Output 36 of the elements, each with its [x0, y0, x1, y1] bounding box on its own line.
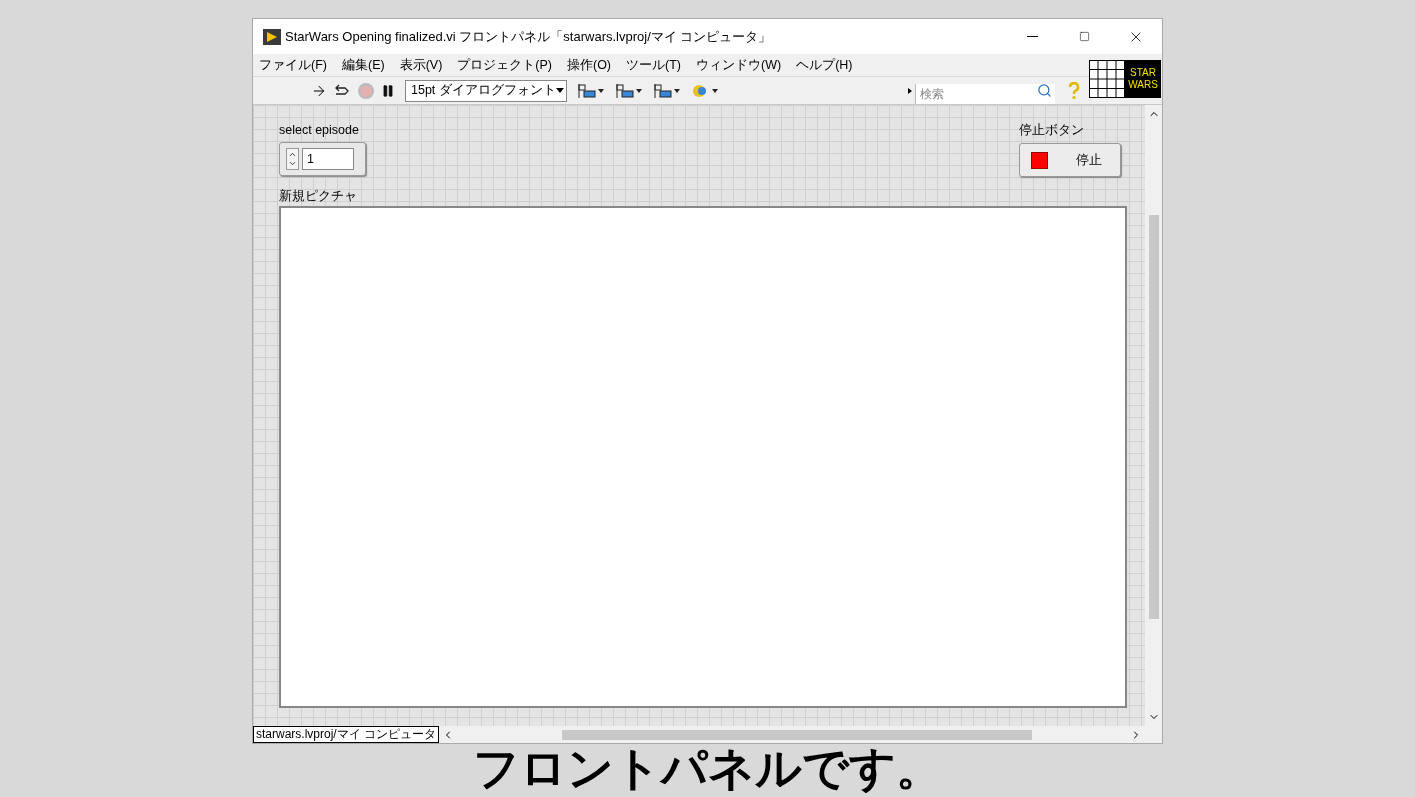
- minimize-icon: [1026, 36, 1038, 37]
- numeric-value-field[interactable]: 1: [302, 148, 354, 170]
- context-label: starwars.lvproj/マイ コンピュータ: [253, 726, 440, 743]
- control-label: select episode: [279, 122, 360, 138]
- font-dropdown[interactable]: 15pt ダイアログフォント: [405, 79, 567, 102]
- search-field[interactable]: 検索: [915, 83, 1055, 104]
- menu-item[interactable]: 表示(V): [399, 55, 443, 75]
- increment-decrement-control[interactable]: [286, 148, 299, 170]
- decrement-icon[interactable]: [288, 159, 297, 168]
- menu-item[interactable]: 編集(E): [341, 55, 385, 75]
- control-label: 新規ピクチャ: [279, 188, 358, 204]
- align-objects-icon[interactable]: [577, 82, 605, 99]
- menu-item[interactable]: ツール(T): [626, 55, 681, 75]
- control-label: 停止ボタン: [1019, 122, 1085, 138]
- resize-objects-icon[interactable]: [653, 82, 681, 99]
- increment-icon[interactable]: [288, 150, 297, 159]
- app-logo-icon: [263, 28, 281, 45]
- distribute-objects-icon[interactable]: [615, 82, 643, 99]
- numeric-control[interactable]: 1: [279, 142, 366, 176]
- menu-item[interactable]: ファイル(F): [259, 55, 327, 75]
- connector-pane-icon: [1089, 60, 1125, 98]
- stop-button[interactable]: 停止: [1019, 143, 1121, 177]
- vi-icon: STAR WARS: [1125, 60, 1161, 98]
- menu-item[interactable]: ヘルプ(H): [796, 55, 853, 75]
- menu-item[interactable]: ウィンドウ(W): [696, 55, 782, 75]
- pause-icon[interactable]: [381, 83, 395, 98]
- caption: フロントパネルです。: [473, 741, 942, 796]
- search-icon[interactable]: [1037, 82, 1052, 98]
- vertical-scrollbar[interactable]: [1145, 105, 1162, 726]
- reorder-icon[interactable]: [691, 82, 719, 99]
- maximize-icon: [1078, 31, 1090, 42]
- menu-item[interactable]: 操作(O): [567, 55, 612, 75]
- dropdown-caret-icon: [555, 88, 564, 93]
- stop-indicator-icon: [1031, 151, 1048, 169]
- window-title: StarWars Opening finalized.vi フロントパネル「starwars.lvproj/マイ コンピュータ」: [285, 27, 772, 46]
- menu-item[interactable]: プロジェクト(P): [457, 55, 552, 75]
